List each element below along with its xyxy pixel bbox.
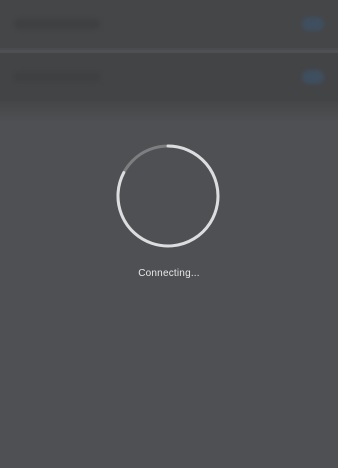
background-row-1-toggle [302, 17, 324, 31]
connecting-screen: Connecting... [0, 0, 338, 468]
background-row-2-label [14, 72, 100, 82]
background-row-1-label [14, 19, 100, 29]
row-divider [0, 48, 338, 50]
background-fade [0, 101, 338, 123]
background-row-2 [0, 53, 338, 101]
background-row-1 [0, 0, 338, 48]
connecting-status-text: Connecting... [138, 268, 200, 279]
background-row-2-toggle [302, 70, 324, 84]
loading-spinner-icon [116, 144, 220, 248]
